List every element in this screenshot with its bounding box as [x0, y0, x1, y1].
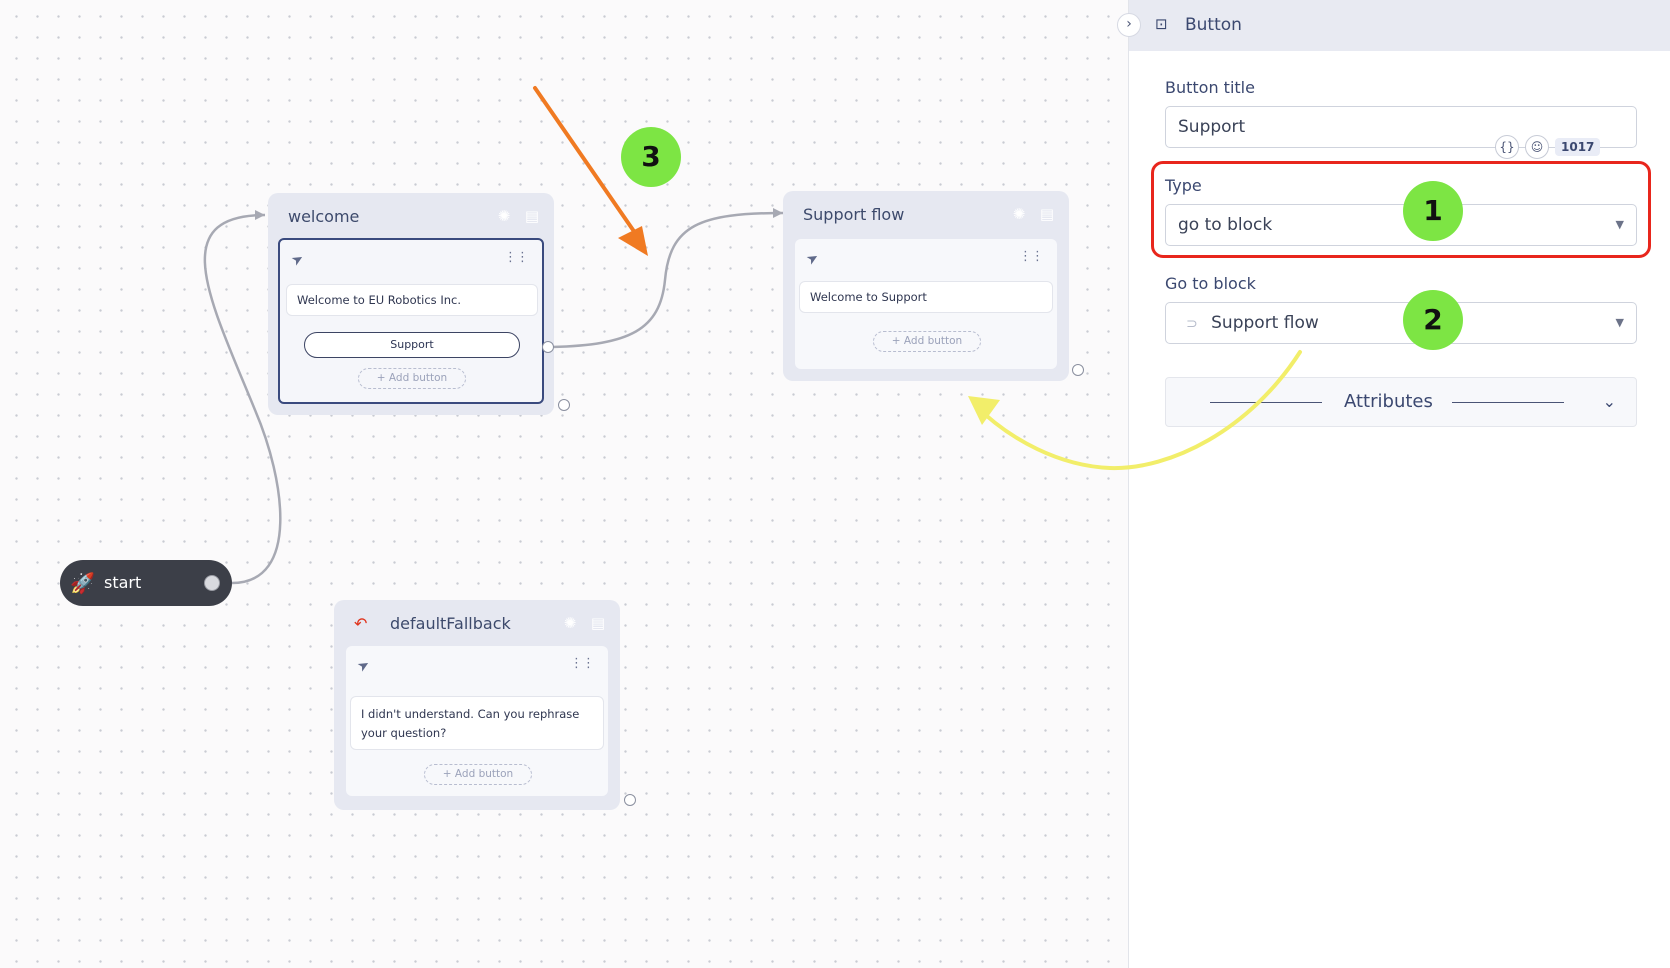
drag-handle-icon[interactable]: ⋮⋮	[570, 656, 595, 671]
go-to-block-value: Support flow	[1211, 313, 1319, 333]
attributes-toggle[interactable]: Attributes ⌄	[1165, 377, 1637, 427]
block-support-flow[interactable]: Support flow ✺ ▤ ➤ ⋮⋮ Welcome to Support…	[783, 191, 1069, 381]
go-to-block-label: Go to block	[1165, 274, 1256, 293]
notes-icon[interactable]: ▤	[588, 613, 608, 633]
message-card[interactable]: ➤ ⋮⋮ Welcome to Support + Add button	[795, 239, 1057, 369]
type-select[interactable]: go to block ▼	[1165, 204, 1637, 246]
support-button-port[interactable]	[542, 341, 554, 353]
connector-start-arrowhead	[255, 210, 265, 220]
block-welcome[interactable]: welcome ✺ ▤ ➤ ⋮⋮ Welcome to EU Robotics …	[268, 193, 554, 415]
add-button[interactable]: + Add button	[873, 331, 981, 352]
input-tools: {} ☺ 1017	[1495, 135, 1601, 159]
chevron-down-icon: ▼	[1615, 218, 1624, 231]
emoji-icon[interactable]: ☺	[1525, 135, 1549, 159]
connector-welcome-to-support	[551, 211, 784, 349]
message-text[interactable]: I didn't understand. Can you rephrase yo…	[350, 696, 604, 750]
fallback-icon: ↶	[354, 614, 368, 633]
panel-header: › ⊡ Button	[1117, 0, 1670, 51]
go-to-block-select[interactable]: ⊃ Support flow ▼	[1165, 302, 1637, 344]
attributes-label: Attributes	[1344, 391, 1433, 412]
rocket-icon: 🚀	[70, 571, 95, 595]
callout-1: 1	[1403, 181, 1463, 241]
callout-3: 3	[621, 127, 681, 187]
divider	[1210, 402, 1322, 403]
char-counter: 1017	[1555, 138, 1601, 156]
collapse-panel-button[interactable]: ›	[1117, 13, 1141, 37]
block-default-fallback[interactable]: ↶ defaultFallback ✺ ▤ ➤ ⋮⋮ I didn't unde…	[334, 600, 620, 810]
ai-brain-icon[interactable]: ✺	[1009, 204, 1029, 224]
connection-lines	[203, 208, 784, 585]
message-text[interactable]: Welcome to Support	[799, 281, 1053, 313]
callout-2: 2	[1403, 290, 1463, 350]
ai-brain-icon[interactable]: ✺	[560, 613, 580, 633]
divider	[1452, 402, 1564, 403]
panel-title: Button	[1185, 15, 1242, 35]
send-icon: ➤	[803, 249, 822, 269]
braces-icon[interactable]: {}	[1495, 135, 1519, 159]
chevron-down-icon: ⌄	[1602, 392, 1616, 411]
message-text[interactable]: Welcome to EU Robotics Inc.	[286, 284, 538, 316]
add-button[interactable]: + Add button	[358, 368, 466, 389]
start-label: start	[104, 573, 142, 592]
type-value: go to block	[1178, 215, 1273, 235]
block-title: welcome	[288, 207, 360, 226]
type-label: Type	[1165, 176, 1202, 195]
block-tag-icon: ⊃	[1186, 316, 1198, 332]
welcome-output-port[interactable]	[558, 399, 570, 411]
notes-icon[interactable]: ▤	[522, 206, 542, 226]
notes-icon[interactable]: ▤	[1037, 204, 1057, 224]
support-button[interactable]: Support	[304, 332, 520, 358]
message-card[interactable]: ➤ ⋮⋮ Welcome to EU Robotics Inc. Support…	[278, 238, 544, 404]
button-icon: ⊡	[1155, 15, 1168, 33]
drag-handle-icon[interactable]: ⋮⋮	[1019, 249, 1044, 264]
send-icon: ➤	[354, 656, 373, 676]
button-title-label: Button title	[1165, 78, 1255, 97]
send-icon: ➤	[288, 250, 307, 270]
button-settings-panel: › ⊡ Button Button title Support {} ☺ 101…	[1117, 0, 1670, 968]
add-button[interactable]: + Add button	[424, 764, 532, 785]
support-flow-output-port[interactable]	[1072, 364, 1084, 376]
start-output-port[interactable]	[204, 575, 220, 591]
block-title: defaultFallback	[390, 614, 511, 633]
block-title: Support flow	[803, 205, 905, 224]
flow-canvas[interactable]: 🚀 start welcome ✺ ▤ ➤ ⋮⋮ Welcome to EU R…	[0, 0, 1128, 968]
start-node[interactable]: 🚀 start	[60, 560, 232, 606]
fallback-output-port[interactable]	[624, 794, 636, 806]
ai-brain-icon[interactable]: ✺	[494, 206, 514, 226]
chevron-down-icon: ▼	[1615, 316, 1624, 329]
drag-handle-icon[interactable]: ⋮⋮	[504, 250, 529, 265]
connector-support-arrowhead	[773, 208, 783, 218]
message-card[interactable]: ➤ ⋮⋮ I didn't understand. Can you rephra…	[346, 646, 608, 796]
